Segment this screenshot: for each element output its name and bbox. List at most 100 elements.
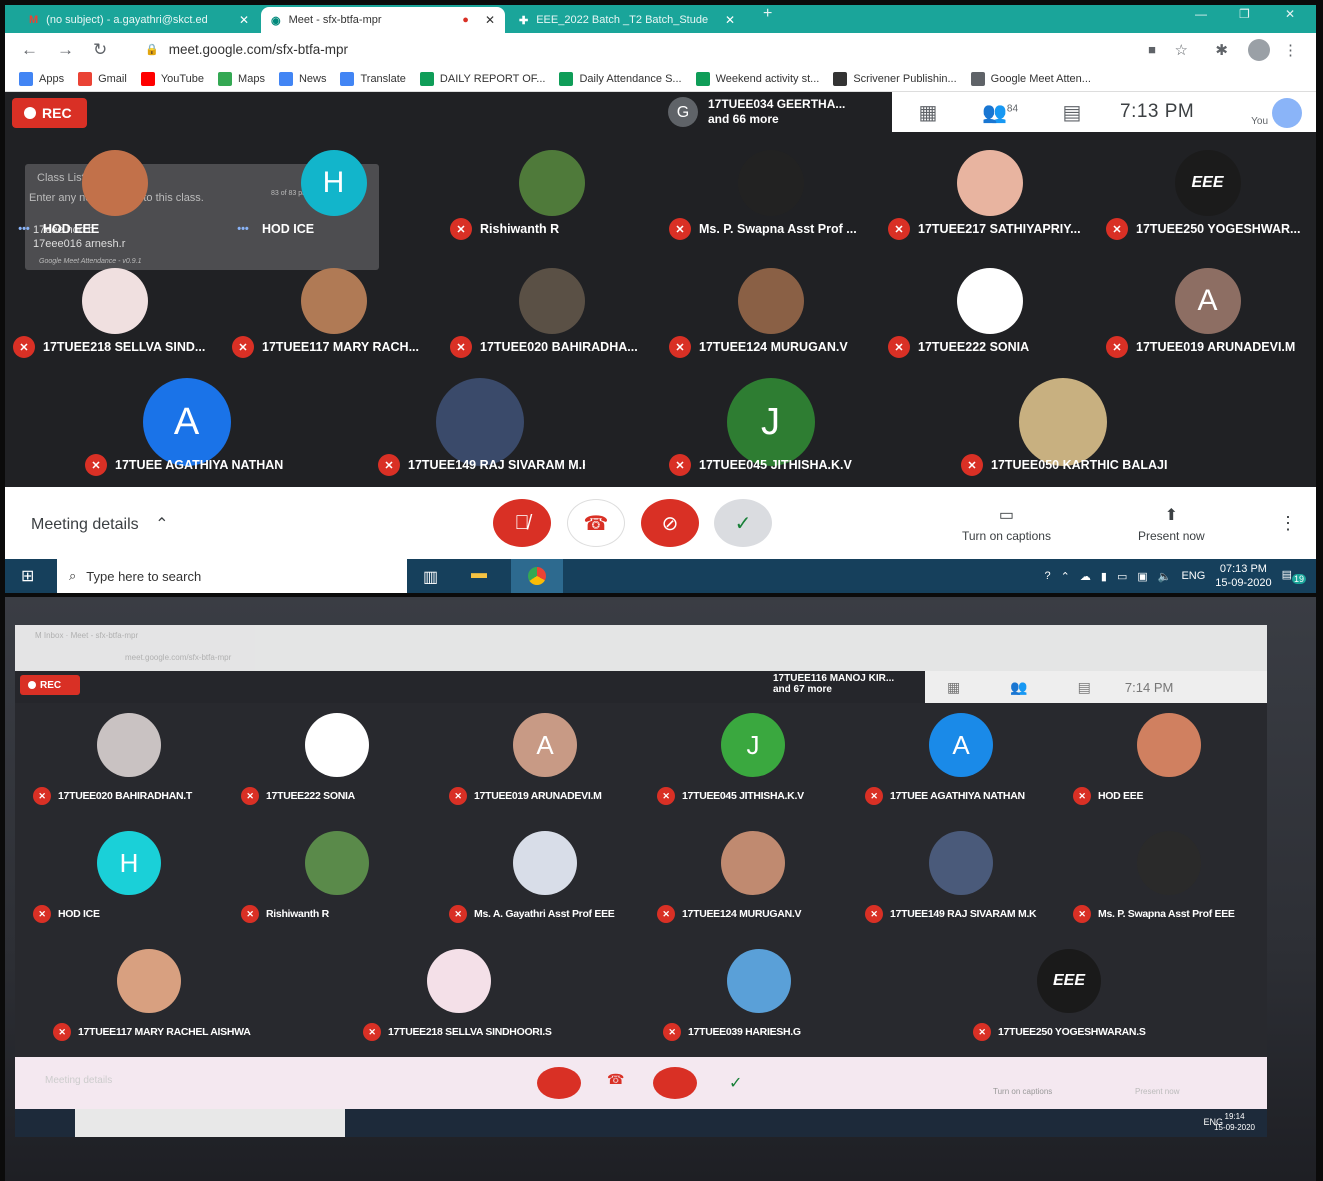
camera-icon[interactable]: ■ [1148,42,1156,57]
mic-muted-icon: ✕ [33,787,51,805]
participant-avatar [956,268,1023,334]
chat-icon[interactable]: ▤ [1036,100,1108,125]
self-avatar[interactable] [1272,98,1302,128]
close-window-icon[interactable]: ✕ [1285,7,1295,21]
presenter-avatar: G [668,97,698,127]
tab-meet[interactable]: ◉ Meet - sfx-btfa-mpr ● ✕ [261,7,505,33]
participant-tile[interactable]: ✕ 17TUEE217 SATHIYAPRIY... [880,136,1099,254]
network-icon[interactable]: ▣ [1137,570,1147,583]
participant-tile[interactable]: ✕ Rishiwanth R [233,821,441,937]
participant-tile[interactable]: ✕ 17TUEE218 SELLVA SIND... [5,254,224,372]
participant-tile[interactable]: EEE ✕ 17TUEE250 YOGESHWARAN.S [965,939,1173,1055]
close-tab-icon[interactable]: ✕ [725,13,735,27]
chrome-taskbar-icon[interactable] [511,559,563,593]
profile-avatar[interactable] [1248,38,1270,61]
bookmark-icon [559,71,574,86]
bookmark-item[interactable]: Google Meet Atten... [970,71,1091,86]
star-icon[interactable]: ☆ [1175,41,1188,59]
reload-icon[interactable]: ↻ [93,40,113,60]
participant-tile[interactable]: J ✕ 17TUEE045 JITHISHA.K.V [661,372,880,490]
participant-tile[interactable]: ✕ 17TUEE117 MARY RACH... [224,254,443,372]
bookmark-item[interactable]: Translate [340,71,406,86]
participant-name: 17TUEE124 MURUGAN.V [682,908,802,920]
back-icon[interactable]: ← [21,40,41,60]
participant-tile[interactable]: ✕ 17TUEE222 SONIA [233,703,441,819]
participant-tile[interactable]: H ✕ HOD ICE [25,821,233,937]
more-options-icon[interactable]: ⋮ [1279,513,1297,534]
participant-tile[interactable]: ✕ 17TUEE124 MURUGAN.V [661,254,880,372]
participant-tile[interactable]: A ✕ 17TUEE019 ARUNADEVI.M [1098,254,1316,372]
bookmark-item[interactable]: News [278,71,326,86]
new-tab-icon[interactable]: + [763,5,772,23]
participant-tile[interactable]: ✕ 17TUEE020 BAHIRADHAN.T [25,703,233,819]
participant-tile[interactable]: ✕ 17TUEE020 BAHIRADHA... [442,254,661,372]
tab-sheets[interactable]: ✚ EEE_2022 Batch _T2 Batch_Stude ✕ [509,7,745,33]
bookmark-item[interactable]: Weekend activity st... [695,71,819,86]
bookmark-item[interactable]: Maps [218,71,265,86]
mic-muted-icon: ✕ [85,454,107,476]
participant-tile[interactable]: ✕ Ms. P. Swapna Asst Prof ... [661,136,880,254]
present-now-button[interactable]: ⬆ Present now [1138,505,1205,543]
participant-tile[interactable]: J ✕ 17TUEE045 JITHISHA.K.V [649,703,857,819]
task-view-icon[interactable]: ▥ [423,567,438,587]
notifications-icon[interactable]: ▤ 19 [1282,568,1306,584]
tab-gmail[interactable]: M (no subject) - a.gayathri@skct.ed ✕ [19,7,259,33]
mic-toggle-button[interactable]: 🎙̸ [493,499,551,547]
captions-button[interactable]: ▭ Turn on captions [962,505,1051,543]
participant-tile[interactable]: ••• HOD EEE [5,136,224,254]
participant-tile[interactable]: ✕ 17TUEE218 SELLVA SINDHOORI.S [355,939,563,1055]
participant-tile[interactable]: A ✕ 17TUEE019 ARUNADEVI.M [441,703,649,819]
bookmark-item[interactable]: Scrivener Publishin... [833,71,957,86]
minimize-icon[interactable]: — [1195,7,1207,21]
participant-tile[interactable]: ✕ 17TUEE149 RAJ SIVARAM M.K [370,372,589,490]
participant-tile[interactable]: ✕ Ms. A. Gayathri Asst Prof EEE [441,821,649,937]
participant-tile[interactable]: ✕ 17TUEE039 HARIESH.G [655,939,863,1055]
extensions-icon[interactable]: ✱ [1215,41,1228,59]
bookmark-item[interactable]: Gmail [78,71,127,86]
leave-call-button[interactable]: ☎ [567,499,625,547]
restore-icon[interactable]: ❐ [1239,7,1250,21]
url-field[interactable]: 🔒 meet.google.com/sfx-btfa-mpr [145,42,348,57]
meet-icon: ◉ [271,14,281,27]
menu-dots-icon[interactable]: ⋮ [1283,41,1298,59]
people-icon[interactable]: 👥84 [964,100,1036,125]
file-explorer-icon[interactable]: ▬ [471,565,487,583]
windows-start-icon[interactable]: ⊞ [21,566,34,586]
participant-tile[interactable]: ✕ 17TUEE149 RAJ SIVARAM M.K [857,821,1065,937]
bookmark-item[interactable]: YouTube [140,71,204,86]
taskbar-clock[interactable]: 07:13 PM 15-09-2020 [1215,562,1271,590]
participant-name: 17TUEE222 SONIA [918,340,1030,354]
mic-muted-icon: ✕ [888,336,910,358]
participant-tile[interactable]: A ✕ 17TUEE AGATHIYA NATHAN [857,703,1065,819]
participant-avatar: A [929,713,993,777]
people-icon: 👥 [1010,678,1028,695]
mic-muted-icon: ✕ [865,905,883,923]
participant-tile[interactable]: ✕ 17TUEE117 MARY RACHEL AISHWARYA.M [45,939,253,1055]
presenter-chip[interactable]: G 17TUEE034 GEERTHA... and 66 more [658,92,892,132]
participant-tile[interactable]: A ✕ 17TUEE AGATHIYA NATHAN [77,372,296,490]
close-tab-icon[interactable]: ✕ [485,13,495,27]
participant-tile[interactable]: ✕ 17TUEE222 SONIA [880,254,1099,372]
participant-tile[interactable]: ✕ 17TUEE124 MURUGAN.V [649,821,857,937]
help-icon[interactable]: ? [1045,570,1051,582]
participant-tile[interactable]: ✕ 17TUEE050 KARTHIC BALAJI [953,372,1172,490]
participant-tile[interactable]: EEE ✕ 17TUEE250 YOGESHWAR... [1098,136,1316,254]
layout-grid-icon[interactable]: ▦ [892,100,964,125]
bookmark-item[interactable]: DAILY REPORT OF... [419,71,545,86]
meeting-details-button[interactable]: Meeting details ⌃ [31,514,168,534]
participant-tile[interactable]: ✕ Rishiwanth R [442,136,661,254]
camera-toggle-button[interactable]: ⊘ [641,499,699,547]
recording-badge: REC [12,98,87,128]
chevron-up-icon[interactable]: ⌃ [1061,570,1070,583]
forward-icon[interactable]: → [57,40,77,60]
volume-icon[interactable]: 🔈 [1158,570,1172,583]
participant-tile[interactable]: H ••• HOD ICE [224,136,443,254]
bookmark-item[interactable]: Apps [19,71,64,86]
participant-tile[interactable]: ✕ Ms. P. Swapna Asst Prof EEE [1065,821,1273,937]
taskbar-search[interactable]: ⌕ Type here to search [57,559,407,593]
close-tab-icon[interactable]: ✕ [239,13,249,27]
participant-tile[interactable]: ✕ HOD EEE [1065,703,1273,819]
participant-avatar [727,949,791,1013]
bookmark-item[interactable]: Daily Attendance S... [559,71,682,86]
attendance-check-button[interactable]: ✓ [714,499,772,547]
